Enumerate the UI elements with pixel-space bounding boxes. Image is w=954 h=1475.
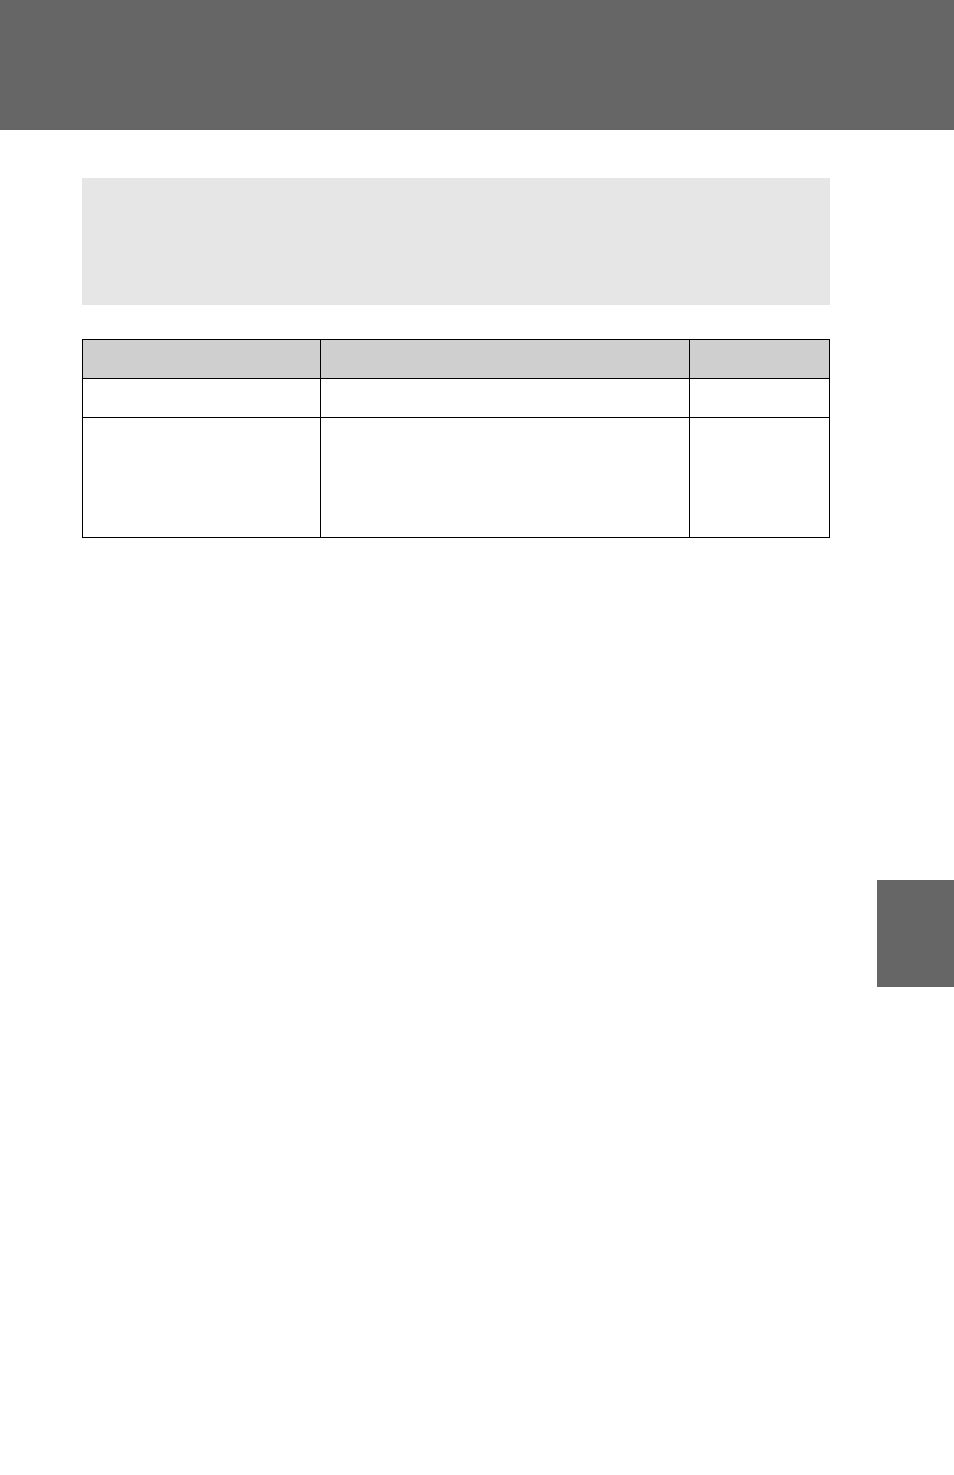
side-tab bbox=[877, 880, 954, 987]
table-cell bbox=[83, 418, 321, 538]
table-row bbox=[83, 418, 830, 538]
table-row bbox=[83, 379, 830, 418]
content-block bbox=[82, 178, 830, 305]
header-bar bbox=[0, 0, 954, 130]
table-header-row bbox=[83, 340, 830, 379]
data-table bbox=[82, 339, 830, 538]
table-cell bbox=[320, 379, 690, 418]
table-cell bbox=[690, 418, 830, 538]
table-header-cell bbox=[690, 340, 830, 379]
table-header-cell bbox=[83, 340, 321, 379]
table-header-cell bbox=[320, 340, 690, 379]
table-cell bbox=[320, 418, 690, 538]
table-cell bbox=[690, 379, 830, 418]
table-cell bbox=[83, 379, 321, 418]
